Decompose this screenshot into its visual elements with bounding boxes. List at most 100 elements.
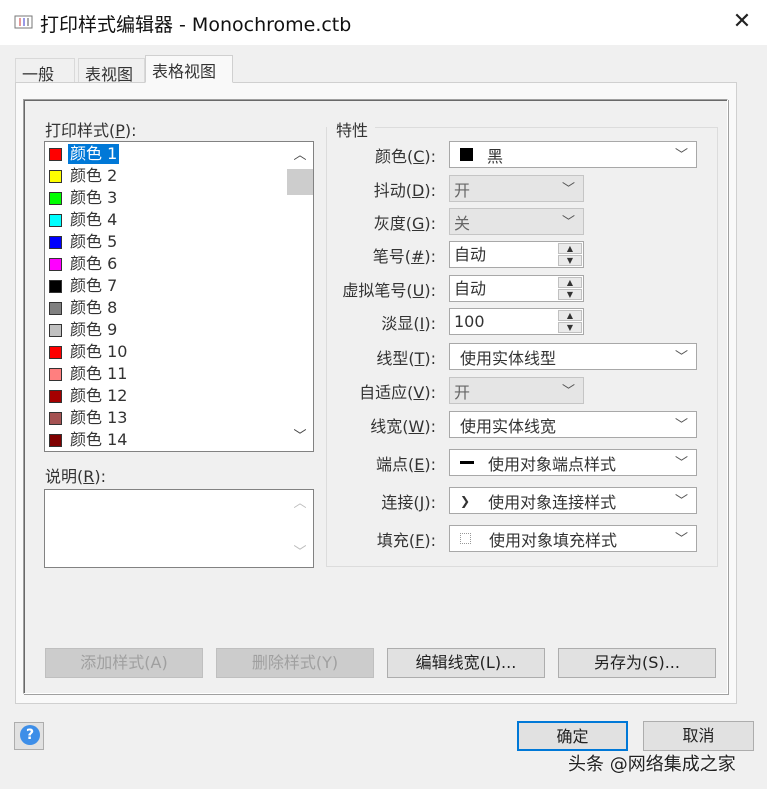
list-item[interactable]: 颜色 12 (49, 385, 129, 407)
screen-spinner[interactable]: 100 ▲ ▼ (449, 308, 584, 335)
fillstyle-value: 使用对象填充样式 (489, 530, 618, 550)
title-bar: 打印样式编辑器 - Monochrome.ctb ✕ (0, 0, 767, 45)
chevron-down-icon: ﹀ (674, 456, 688, 471)
add-style-button[interactable]: 添加样式(A) (45, 648, 203, 678)
style-name: 颜色 6 (70, 254, 118, 273)
color-swatch (49, 367, 62, 381)
print-styles-list[interactable]: 颜色 1 颜色 2 颜色 3 颜色 4 颜色 5 颜色 6 颜色 7 颜色 8 颜色 9 颜色 1… (44, 141, 314, 452)
tab-table-view[interactable]: 表视图 (78, 58, 145, 84)
color-swatch (49, 389, 62, 403)
adaptive-label: 自适应(V): (359, 383, 436, 402)
gray-dropdown[interactable]: 关 ﹀ (449, 208, 584, 235)
dither-label: 抖动(D): (373, 181, 436, 200)
screen-label: 淡显(I): (381, 314, 436, 333)
list-item[interactable]: 颜色 6 (49, 253, 119, 275)
list-item[interactable]: 颜色 7 (49, 275, 119, 297)
spin-down-icon[interactable]: ▼ (558, 322, 582, 333)
style-name: 颜色 4 (70, 210, 118, 229)
tab-general[interactable]: 一般 (15, 58, 75, 84)
chevron-down-icon: ﹀ (674, 494, 688, 509)
delete-style-button[interactable]: 删除样式(Y) (216, 648, 374, 678)
chevron-down-icon: ﹀ (674, 148, 688, 163)
group-border (375, 127, 718, 128)
linetype-value: 使用实体线型 (460, 348, 557, 368)
list-item[interactable]: 颜色 3 (49, 187, 119, 209)
desc-scrollbar: ︿ ﹀ (287, 490, 313, 567)
list-item[interactable]: 颜色 10 (49, 341, 129, 363)
styles-label: 打印样式(P): (45, 121, 137, 140)
endstyle-value: 使用对象端点样式 (488, 454, 617, 474)
screen-value[interactable]: 100 (454, 312, 485, 331)
joinstyle-label: 连接(J): (381, 493, 436, 512)
join-style-icon: ❯ (460, 493, 471, 508)
color-label: 颜色(C): (374, 147, 436, 166)
list-item[interactable]: 颜色 5 (49, 231, 119, 253)
lineweight-label: 线宽(W): (370, 417, 436, 436)
scroll-down-icon: ﹀ (293, 545, 307, 560)
scroll-up-icon: ︿ (293, 496, 307, 511)
color-swatch (49, 279, 62, 293)
description-textarea[interactable]: ︿ ﹀ (44, 489, 314, 568)
spin-down-icon[interactable]: ▼ (558, 255, 582, 266)
color-swatch (49, 147, 62, 161)
pen-label: 笔号(#): (372, 247, 436, 266)
scroll-down-icon[interactable]: ﹀ (287, 427, 313, 447)
style-name: 颜色 3 (70, 188, 118, 207)
dither-value: 开 (454, 180, 471, 200)
spin-up-icon[interactable]: ▲ (558, 243, 582, 254)
pen-spinner[interactable]: 自动 ▲ ▼ (449, 241, 584, 268)
color-swatch (49, 323, 62, 337)
ok-button[interactable]: 确定 (517, 721, 628, 751)
close-button[interactable]: ✕ (730, 8, 754, 36)
style-name: 颜色 10 (70, 342, 128, 361)
chevron-down-icon: ﹀ (674, 350, 688, 365)
vpen-value[interactable]: 自动 (454, 279, 486, 298)
help-icon[interactable]: ? (20, 725, 40, 745)
dither-dropdown[interactable]: 开 ﹀ (449, 175, 584, 202)
scroll-thumb[interactable] (287, 169, 313, 195)
joinstyle-dropdown[interactable]: ❯ 使用对象连接样式 ﹀ (449, 487, 697, 514)
properties-title: 特性 (336, 121, 369, 140)
style-name: 颜色 11 (70, 364, 128, 383)
list-item[interactable]: 颜色 9 (49, 319, 119, 341)
list-item[interactable]: 颜色 14 (49, 429, 129, 451)
linetype-label: 线型(T): (376, 349, 436, 368)
color-value: 黑 (487, 146, 504, 166)
endstyle-dropdown[interactable]: 使用对象端点样式 ﹀ (449, 449, 697, 476)
scroll-up-icon[interactable]: ︿ (287, 146, 313, 166)
gray-value: 关 (454, 213, 471, 233)
spin-up-icon[interactable]: ▲ (558, 277, 582, 288)
fillstyle-dropdown[interactable]: 使用对象填充样式 ﹀ (449, 525, 697, 552)
color-swatch (49, 433, 62, 447)
style-name: 颜色 2 (70, 166, 118, 185)
color-dropdown[interactable]: 黑 ﹀ (449, 141, 697, 168)
spin-down-icon[interactable]: ▼ (558, 289, 582, 300)
list-item[interactable]: 颜色 13 (49, 407, 129, 429)
chevron-down-icon: ﹀ (561, 384, 575, 399)
color-swatch (49, 213, 62, 227)
adaptive-dropdown[interactable]: 开 ﹀ (449, 377, 584, 404)
color-swatch (49, 235, 62, 249)
adaptive-value: 开 (454, 382, 471, 402)
list-item[interactable]: 颜色 8 (49, 297, 119, 319)
tab-form-view[interactable]: 表格视图 (145, 55, 233, 83)
save-as-button[interactable]: 另存为(S)... (558, 648, 716, 678)
pen-value[interactable]: 自动 (454, 245, 486, 264)
vpen-spinner[interactable]: 自动 ▲ ▼ (449, 275, 584, 302)
list-item[interactable]: 颜色 2 (49, 165, 119, 187)
color-swatch (460, 148, 473, 161)
style-name: 颜色 7 (70, 276, 118, 295)
color-swatch (49, 257, 62, 271)
list-scrollbar[interactable]: ︿ ﹀ (287, 142, 313, 451)
list-item[interactable]: 颜色 11 (49, 363, 129, 385)
cancel-button[interactable]: 取消 (643, 721, 754, 751)
color-swatch (49, 411, 62, 425)
list-item[interactable]: 颜色 1 (49, 143, 120, 165)
spin-up-icon[interactable]: ▲ (558, 310, 582, 321)
style-name: 颜色 14 (70, 430, 128, 449)
gray-label: 灰度(G): (373, 214, 436, 233)
list-item[interactable]: 颜色 4 (49, 209, 119, 231)
lineweight-dropdown[interactable]: 使用实体线宽 ﹀ (449, 411, 697, 438)
edit-lineweights-button[interactable]: 编辑线宽(L)... (387, 648, 545, 678)
linetype-dropdown[interactable]: 使用实体线型 ﹀ (449, 343, 697, 370)
